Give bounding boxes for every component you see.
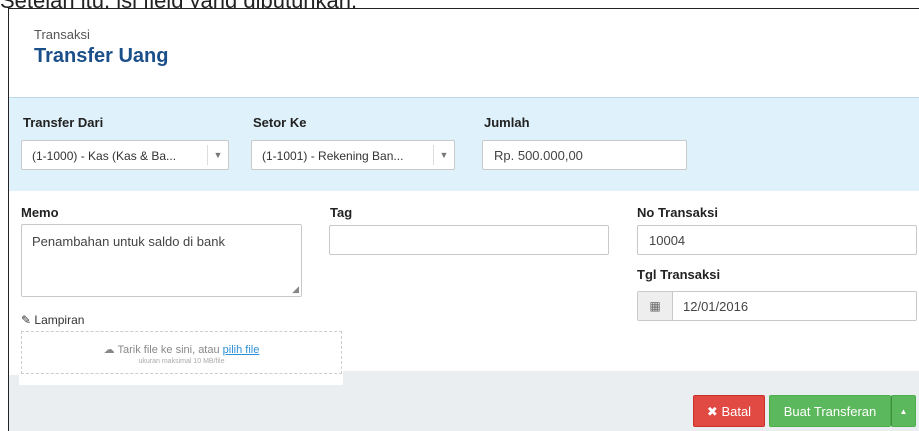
caret-down-icon: ▼	[207, 145, 228, 165]
create-transfer-label: Buat Transferan	[783, 404, 877, 419]
tag-label: Tag	[330, 205, 353, 220]
deposit-to-value: (1-1001) - Rekening Ban...	[262, 149, 404, 163]
page-header: Transaksi Transfer Uang	[9, 9, 919, 97]
transfer-form-window: Transaksi Transfer Uang Transfer Dari (1…	[8, 8, 919, 431]
memo-value: Penambahan untuk saldo di bank	[32, 234, 225, 249]
cloud-upload-icon: ☁	[103, 344, 115, 356]
dropzone-instruction: Tarik file ke sini, atau	[117, 344, 220, 356]
transaction-no-label: No Transaksi	[637, 205, 718, 220]
transaction-date-input[interactable]: ▦ 12/01/2016	[637, 291, 917, 321]
amount-input[interactable]: Rp. 500.000,00	[482, 140, 687, 170]
page-title: Transfer Uang	[34, 45, 169, 67]
paperclip-icon: ✎	[21, 313, 32, 327]
deposit-to-select[interactable]: (1-1001) - Rekening Ban... ▼	[251, 140, 455, 170]
page-subtitle: Transaksi	[34, 27, 90, 42]
tag-input[interactable]	[329, 225, 609, 255]
transaction-no-value: 10004	[649, 233, 686, 248]
transaction-date-label: Tgl Transaksi	[637, 267, 721, 282]
transfer-from-label: Transfer Dari	[23, 115, 104, 130]
deposit-to-label: Setor Ke	[253, 115, 307, 130]
cancel-button[interactable]: ✖ Batal	[693, 395, 765, 427]
amount-label: Jumlah	[484, 115, 530, 130]
caret-up-icon: ▲	[899, 407, 908, 416]
dropzone-text: ☁ Tarik file ke sini, atau pilih file	[22, 343, 341, 356]
transfer-from-select[interactable]: (1-1000) - Kas (Kas & Ba... ▼	[21, 140, 229, 170]
transfer-from-value: (1-1000) - Kas (Kas & Ba...	[32, 149, 177, 163]
caret-down-icon: ▼	[433, 145, 454, 165]
resize-handle-icon[interactable]: ◢	[292, 284, 299, 295]
transaction-no-input[interactable]: 10004	[637, 225, 917, 255]
create-options-dropdown[interactable]: ▲	[891, 395, 916, 427]
memo-label: Memo	[21, 205, 59, 220]
create-transfer-button[interactable]: Buat Transferan	[769, 395, 891, 427]
amount-value: Rp. 500.000,00	[494, 148, 583, 163]
cancel-button-label: Batal	[721, 404, 752, 419]
transaction-date-value: 12/01/2016	[683, 299, 749, 314]
attachment-label-text: Lampiran	[34, 313, 85, 327]
transfer-section: Transfer Dari (1-1000) - Kas (Kas & Ba..…	[9, 97, 919, 191]
attachment-label: ✎ Lampiran	[21, 313, 84, 327]
times-icon: ✖	[706, 404, 718, 419]
calendar-icon[interactable]: ▦	[638, 292, 673, 320]
left-footer-strip	[9, 375, 343, 431]
choose-file-link[interactable]: pilih file	[223, 344, 260, 356]
file-dropzone[interactable]: ☁ Tarik file ke sini, atau pilih file uk…	[21, 331, 342, 374]
dropzone-hint: ukuran maksimal 10 MB/file	[138, 358, 225, 365]
memo-textarea[interactable]: Penambahan untuk saldo di bank ◢	[21, 224, 302, 297]
